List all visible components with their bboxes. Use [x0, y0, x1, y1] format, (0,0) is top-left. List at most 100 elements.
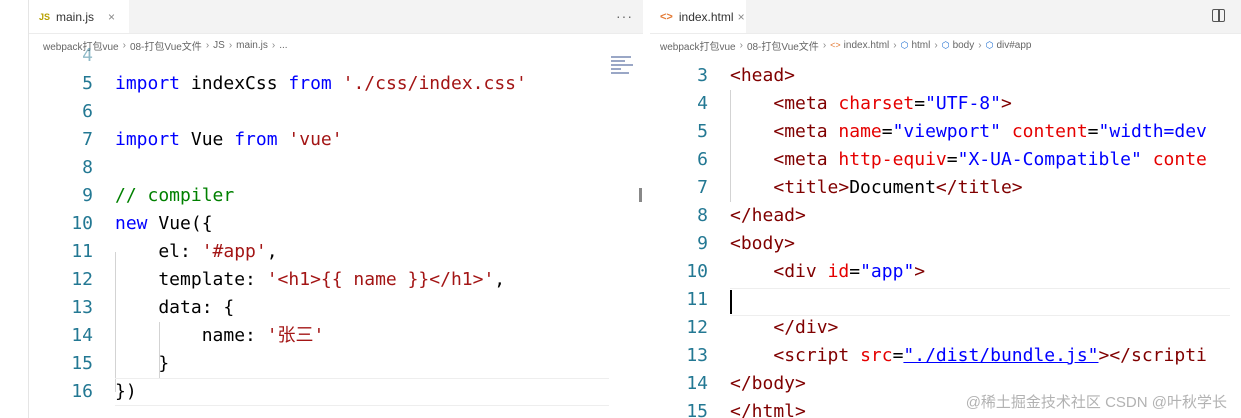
code-token: "UTF-8" [925, 93, 1001, 114]
code-token: </body> [730, 373, 806, 394]
code-text: <script src="./dist/bundle.js"></scripti [730, 342, 1207, 370]
code-text: // compiler [115, 182, 234, 210]
code-token: '张三' [266, 325, 325, 346]
breadcrumb-item[interactable]: div#app [996, 40, 1031, 51]
split-editor-icon[interactable] [1212, 9, 1225, 22]
breadcrumb-item[interactable]: webpack打包vue [660, 38, 736, 53]
code-token: from [234, 129, 278, 150]
code-text: </body> [730, 370, 806, 398]
main-js-editor[interactable]: JS main.js × ··· webpack打包vue › 08-打包Vue文件… [28, 0, 643, 418]
code-token: <div [773, 261, 817, 282]
code-token: = [914, 93, 926, 114]
code-line[interactable]: 13 data: { [29, 294, 643, 322]
code-token: <meta [773, 93, 828, 114]
tab-index-html[interactable]: <> index.html × [650, 0, 746, 33]
breadcrumb-separator: › [893, 39, 897, 51]
breadcrumb-item[interactable]: body [953, 40, 975, 51]
line-number: 6 [82, 101, 93, 122]
line-number: 14 [686, 373, 708, 394]
code-token: ></scripti [1098, 345, 1207, 366]
close-icon[interactable]: × [108, 10, 115, 24]
code-token: <head> [730, 65, 796, 86]
code-line[interactable]: 14 name: '张三' [29, 322, 643, 350]
code-text: template: '<h1>{{ name }}</h1>', [115, 266, 505, 294]
code-token: indexCss [180, 73, 289, 94]
code-line[interactable]: 5 import indexCss from './css/index.css' [29, 70, 643, 98]
code-text: data: { [115, 294, 234, 322]
minimap[interactable] [611, 56, 637, 116]
tab-main-js[interactable]: JS main.js × [29, 0, 129, 33]
code-area[interactable]: 3 <head> 4 <meta charset="UTF-8"> 5 <meta n… [650, 62, 1241, 418]
code-line[interactable]: 9 <body> [650, 230, 1241, 258]
code-token: </html> [730, 401, 806, 418]
code-line[interactable]: 13 <script src="./dist/bundle.js"></scri… [650, 342, 1241, 370]
code-line[interactable]: 3 <head> [650, 62, 1241, 90]
code-line[interactable]: 8 [29, 154, 643, 182]
code-line[interactable]: 4 [29, 42, 643, 70]
line-number: 8 [697, 205, 708, 226]
code-text: </div> [730, 314, 838, 342]
code-line[interactable]: 15 } [29, 350, 643, 378]
code-line[interactable]: 7 import Vue from 'vue' [29, 126, 643, 154]
breadcrumb-item[interactable]: 08-打包Vue文件 [747, 38, 819, 53]
code-token: './css/index.css' [342, 73, 527, 94]
indent-guide [730, 90, 731, 202]
code-text: } [115, 350, 169, 378]
code-token: el: [115, 241, 202, 262]
line-number: 10 [686, 261, 708, 282]
indent-guide [159, 322, 160, 378]
line-number: 8 [82, 157, 93, 178]
code-text: import indexCss from './css/index.css' [115, 70, 527, 98]
code-line[interactable]: 5 <meta name="viewport" content="width=d… [650, 118, 1241, 146]
code-line[interactable]: 10 <div id="app"> [650, 258, 1241, 286]
index-html-editor[interactable]: <> index.html × webpack打包vue › 08-打包Vue文件 ›… [650, 0, 1241, 418]
breadcrumb-item[interactable]: index.html [844, 40, 890, 51]
code-token: "width=dev [1098, 121, 1207, 142]
more-actions-icon[interactable]: ··· [616, 8, 633, 24]
code-token: > [1000, 93, 1012, 114]
code-line[interactable]: 12 template: '<h1>{{ name }}</h1>', [29, 266, 643, 294]
code-token: = [1087, 121, 1099, 142]
code-token: "viewport" [892, 121, 1001, 142]
code-text: name: '张三' [115, 322, 325, 350]
code-token: , [494, 269, 506, 290]
code-text: import Vue from 'vue' [115, 126, 343, 154]
element-icon: ⬡ [900, 39, 909, 50]
element-icon: ⬡ [985, 39, 994, 50]
code-text: <head> [730, 62, 795, 90]
code-token[interactable]: "./dist/bundle.js" [903, 345, 1098, 366]
current-line-highlight [730, 288, 1230, 316]
code-line[interactable]: 6 <meta http-equiv="X-UA-Compatible" con… [650, 146, 1241, 174]
code-line[interactable]: 4 <meta charset="UTF-8"> [650, 90, 1241, 118]
code-line[interactable]: 11 el: '#app', [29, 238, 643, 266]
code-line[interactable]: 6 [29, 98, 643, 126]
code-token: // compiler [115, 185, 235, 206]
line-number: 11 [71, 241, 93, 262]
html-file-icon: <> [660, 10, 673, 23]
scrollbar-marker[interactable] [639, 188, 642, 202]
close-icon[interactable]: × [738, 10, 745, 24]
code-token: '#app' [201, 241, 267, 262]
code-text: </head> [730, 202, 806, 230]
code-line[interactable]: 10 new Vue({ [29, 210, 643, 238]
code-line[interactable]: 7 <title>Document</title> [650, 174, 1241, 202]
code-line[interactable]: 8 </head> [650, 202, 1241, 230]
line-number: 15 [71, 353, 93, 374]
tab-label: index.html [678, 9, 734, 24]
current-line-highlight [115, 378, 609, 406]
line-number: 4 [82, 45, 93, 66]
code-area[interactable]: 4 5 import indexCss from './css/index.css'… [29, 45, 643, 418]
right-tab-bar: <> index.html × [650, 0, 1241, 34]
code-token: = [946, 149, 958, 170]
code-text: </html> [730, 398, 806, 418]
code-line[interactable]: 9 // compiler [29, 182, 643, 210]
line-number: 10 [71, 213, 93, 234]
code-line[interactable]: 12 </div> [650, 314, 1241, 342]
code-token: </div> [773, 317, 839, 338]
breadcrumb-item[interactable]: html [911, 40, 930, 51]
line-number: 11 [686, 289, 708, 310]
